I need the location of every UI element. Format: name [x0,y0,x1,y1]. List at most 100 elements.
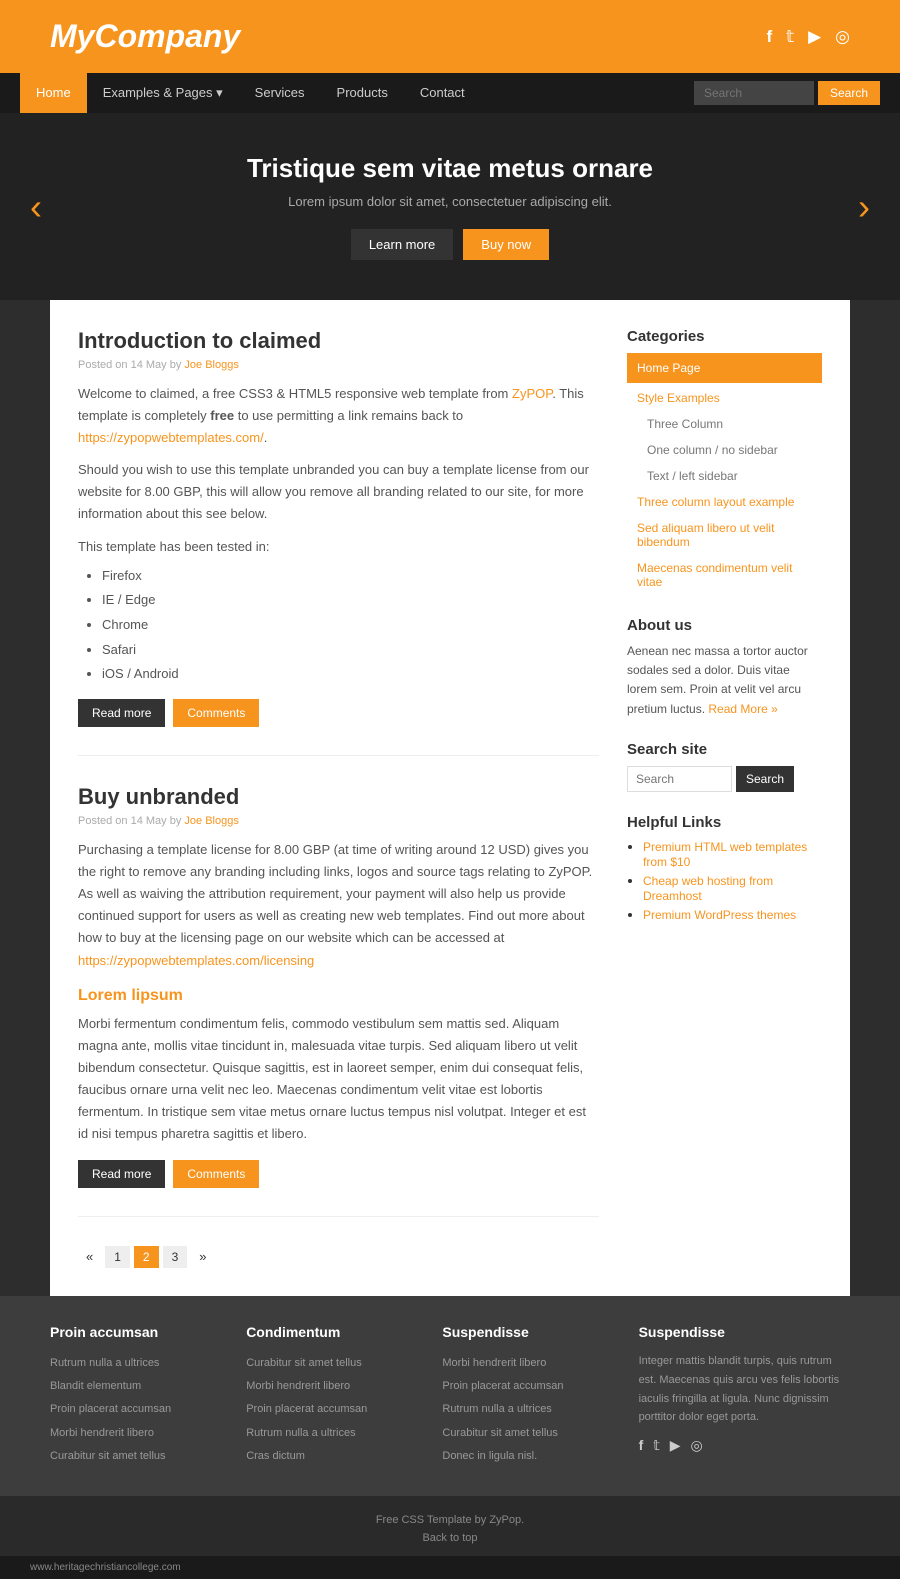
helpful-links-title: Helpful Links [627,814,822,831]
post-1-title: Introduction to claimed [78,328,599,354]
nav-items: Home Examples & Pages ▾ Services Product… [20,73,481,113]
licensing-link[interactable]: https://zypopwebtemplates.com/licensing [78,953,314,968]
footer-link[interactable]: Morbi hendrerit libero [50,1422,226,1445]
footer-col-3-title: Suspendisse [442,1324,618,1340]
cat-style-examples[interactable]: Style Examples [627,385,822,411]
footer-link[interactable]: Donec in ligula nisl. [442,1445,618,1468]
nav-search-input[interactable] [694,81,814,105]
list-item: Chrome [102,613,599,638]
post-1-comments-button[interactable]: Comments [173,699,259,727]
footer-youtube-icon[interactable]: ▶ [670,1437,681,1454]
cat-text-left[interactable]: Text / left sidebar [627,463,822,489]
page-3[interactable]: 3 [163,1246,188,1268]
post-2-readmore-button[interactable]: Read more [78,1160,165,1188]
sidebar-search-button[interactable]: Search [736,766,794,792]
nav-search-button[interactable]: Search [818,81,880,105]
post-1: Introduction to claimed Posted on 14 May… [78,328,599,756]
site-url: www.heritagechristiancollege.com [30,1562,870,1573]
twitter-icon[interactable]: 𝕥 [786,27,794,47]
sidebar-search-form: Search [627,766,822,792]
hero-learn-button[interactable]: Learn more [351,229,453,260]
cat-one-column[interactable]: One column / no sidebar [627,437,822,463]
post-2-actions: Read more Comments [78,1160,599,1188]
footer-link[interactable]: Morbi hendrerit libero [246,1375,422,1398]
helpful-links-list: Premium HTML web templates from $10 Chea… [627,839,822,922]
footer-link[interactable]: Proin placerat accumsan [442,1375,618,1398]
post-2-author[interactable]: Joe Bloggs [184,815,238,827]
footer-facebook-icon[interactable]: f [639,1437,644,1454]
facebook-icon[interactable]: f [766,27,772,47]
post-1-readmore-button[interactable]: Read more [78,699,165,727]
about-section: About us Aenean nec massa a tortor aucto… [627,617,822,719]
footer-link[interactable]: Curabitur sit amet tellus [442,1422,618,1445]
about-title: About us [627,617,822,634]
footer-link[interactable]: Proin placerat accumsan [50,1398,226,1421]
social-icons: f 𝕥 ▶ ◎ [766,27,850,47]
footer-col-4-text: Integer mattis blandit turpis, quis rutr… [639,1352,850,1427]
post-2-p1: Purchasing a template license for 8.00 G… [78,839,599,972]
footer-link[interactable]: Curabitur sit amet tellus [246,1352,422,1375]
site-link-1[interactable]: https://zypopwebtemplates.com/ [78,430,264,445]
footer-link[interactable]: Rutrum nulla a ultrices [442,1398,618,1421]
hero-title: Tristique sem vitae metus ornare [247,153,653,184]
footer-link[interactable]: Morbi hendrerit libero [442,1352,618,1375]
helpful-link-item: Premium HTML web templates from $10 [643,839,822,869]
post-1-meta: Posted on 14 May by Joe Bloggs [78,359,599,371]
cat-three-column[interactable]: Three Column [627,411,822,437]
list-item: Safari [102,638,599,663]
instagram-icon[interactable]: ◎ [835,27,850,47]
cat-three-col-layout[interactable]: Three column layout example [627,489,822,515]
hero-prev-button[interactable]: ‹ [30,186,42,228]
categories-title: Categories [627,328,822,345]
footer-col-1: Proin accumsan Rutrum nulla a ultrices B… [50,1324,226,1467]
footer-link[interactable]: Cras dictum [246,1445,422,1468]
youtube-icon[interactable]: ▶ [808,27,821,47]
search-site-section: Search site Search [627,741,822,792]
categories-section: Categories Home Page Style Examples Thre… [627,328,822,595]
back-to-top-link[interactable]: Back to top [12,1532,888,1544]
post-2-comments-button[interactable]: Comments [173,1160,259,1188]
main-wrapper: Introduction to claimed Posted on 14 May… [50,300,850,1296]
zypop-link-1[interactable]: ZyPOP [512,386,552,401]
page-prev[interactable]: « [78,1245,101,1268]
hero-content: Tristique sem vitae metus ornare Lorem i… [247,153,653,260]
nav-item-contact[interactable]: Contact [404,73,481,113]
post-1-p1: Welcome to claimed, a free CSS3 & HTML5 … [78,383,599,449]
nav-item-examples[interactable]: Examples & Pages ▾ [87,73,239,113]
list-item: Firefox [102,564,599,589]
hero-next-button[interactable]: › [858,186,870,228]
helpful-links-section: Helpful Links Premium HTML web templates… [627,814,822,922]
logo[interactable]: MyCompany [50,18,240,55]
helpful-link-3[interactable]: Premium WordPress themes [643,908,796,922]
nav-item-services[interactable]: Services [239,73,321,113]
page-1[interactable]: 1 [105,1246,130,1268]
main-content: Introduction to claimed Posted on 14 May… [78,328,599,1268]
about-text: Aenean nec massa a tortor auctor sodales… [627,642,822,719]
cat-maecenas[interactable]: Maecenas condimentum velit vitae [627,555,822,595]
hero-buy-button[interactable]: Buy now [463,229,549,260]
footer-link[interactable]: Proin placerat accumsan [246,1398,422,1421]
cat-homepage[interactable]: Home Page [627,353,822,383]
post-1-p2: Should you wish to use this template unb… [78,459,599,525]
about-readmore-link[interactable]: Read More » [708,702,777,716]
footer-link[interactable]: Rutrum nulla a ultrices [50,1352,226,1375]
footer-col-4: Suspendisse Integer mattis blandit turpi… [639,1324,850,1467]
bottom-bar: www.heritagechristiancollege.com [0,1556,900,1579]
sidebar-search-input[interactable] [627,766,732,792]
footer-twitter-icon[interactable]: 𝕥 [653,1437,660,1454]
footer-instagram-icon[interactable]: ◎ [691,1437,703,1454]
footer-link[interactable]: Rutrum nulla a ultrices [246,1422,422,1445]
footer-credit: Free CSS Template by ZyPop. [12,1508,888,1532]
helpful-link-2[interactable]: Cheap web hosting from Dreamhost [643,874,773,903]
hero-buttons: Learn more Buy now [247,229,653,260]
footer-link[interactable]: Curabitur sit amet tellus [50,1445,226,1468]
cat-sed-aliquam[interactable]: Sed aliquam libero ut velit bibendum [627,515,822,555]
page-2-active[interactable]: 2 [134,1246,159,1268]
page-next[interactable]: » [191,1245,214,1268]
post-1-author[interactable]: Joe Bloggs [184,359,238,371]
nav-item-home[interactable]: Home [20,73,87,113]
nav-item-products[interactable]: Products [321,73,404,113]
helpful-link-1[interactable]: Premium HTML web templates from $10 [643,840,807,869]
footer-link[interactable]: Blandit elementum [50,1375,226,1398]
post-2-subheading: Lorem lipsum [78,987,599,1005]
